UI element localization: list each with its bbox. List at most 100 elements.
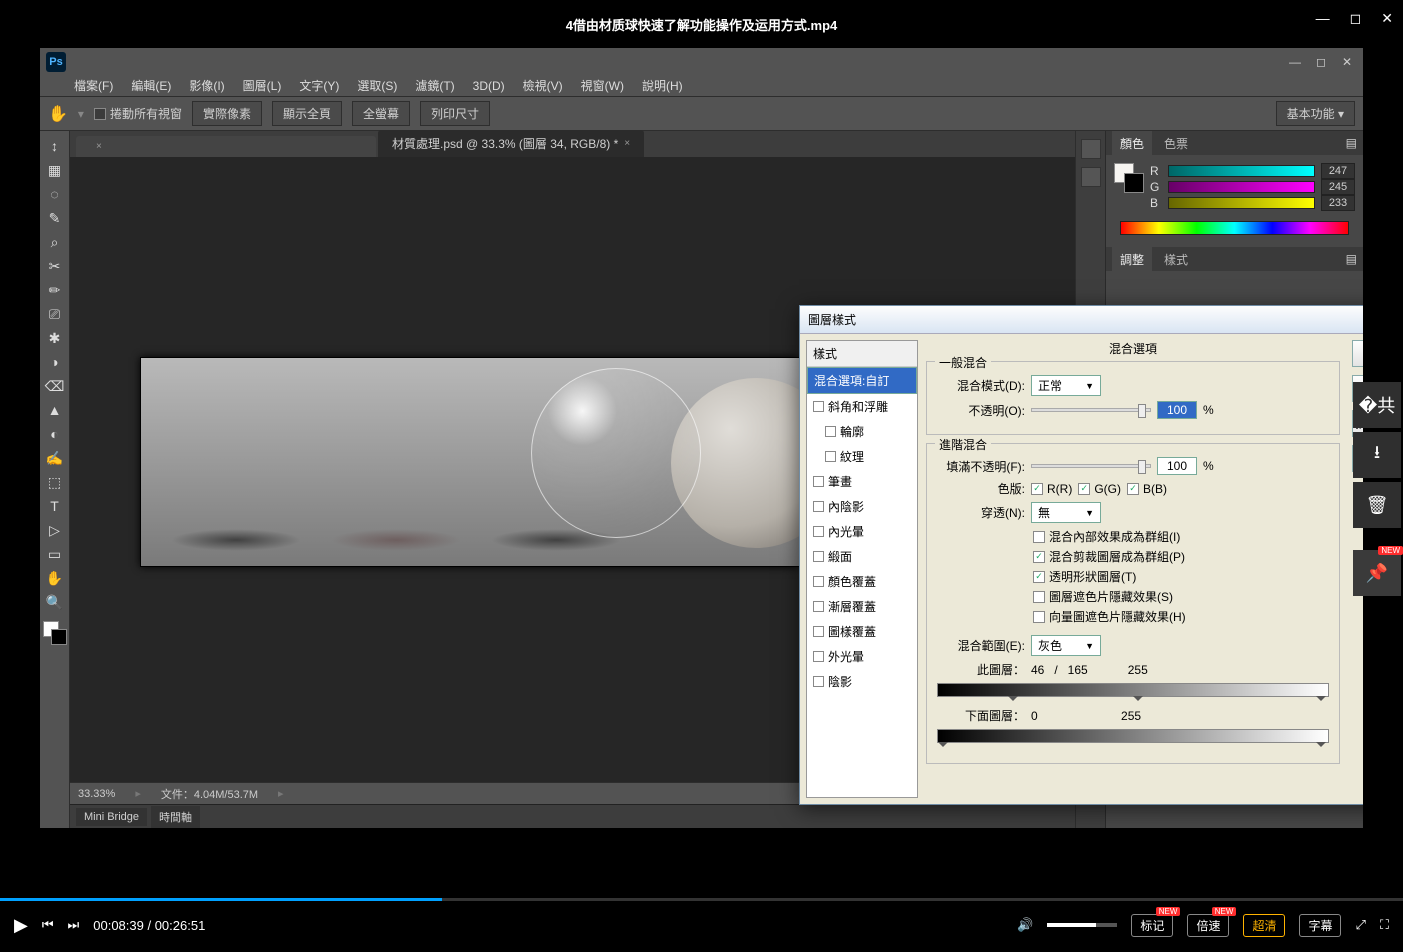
volume-icon[interactable]: 🔊 — [1017, 917, 1033, 933]
scroll-all-checkbox[interactable]: 捲動所有視窗 — [94, 105, 182, 122]
play-icon[interactable]: ▶ — [14, 915, 28, 936]
menu-item[interactable]: 檔案(F) — [74, 77, 113, 94]
style-list-item[interactable]: 漸層覆蓋 — [807, 594, 917, 619]
fg-bg-swatch[interactable] — [1114, 163, 1144, 193]
opacity-slider[interactable] — [1031, 408, 1151, 412]
menu-item[interactable]: 選取(S) — [357, 77, 397, 94]
swatches-tab[interactable]: 色票 — [1156, 131, 1196, 156]
styles-tab[interactable]: 樣式 — [1156, 247, 1196, 272]
menu-item[interactable]: 檢視(V) — [523, 77, 563, 94]
menu-item[interactable]: 編輯(E) — [131, 77, 171, 94]
tool-icon[interactable]: ✋ — [43, 567, 67, 589]
hand-tool-icon[interactable]: ✋ — [48, 104, 68, 124]
blend-mode-select[interactable]: 正常▼ — [1031, 375, 1101, 396]
menu-item[interactable]: 視窗(W) — [581, 77, 624, 94]
style-list-item[interactable]: 陰影 — [807, 669, 917, 694]
tool-icon[interactable]: ⎚ — [43, 303, 67, 325]
g-slider[interactable] — [1168, 181, 1315, 193]
tool-icon[interactable]: ◑ — [43, 351, 67, 373]
opacity-value[interactable]: 100 — [1157, 401, 1197, 419]
next-icon[interactable]: ⏭ — [68, 917, 80, 933]
tool-icon[interactable]: ▷ — [43, 519, 67, 541]
menu-item[interactable]: 說明(H) — [642, 77, 683, 94]
tool-icon[interactable]: ⬚ — [43, 471, 67, 493]
tool-icon[interactable]: ▭ — [43, 543, 67, 565]
fill-value[interactable]: 100 — [1157, 457, 1197, 475]
panel-icon[interactable] — [1081, 167, 1101, 187]
option-checkbox[interactable] — [1033, 591, 1045, 603]
style-list-item[interactable]: 筆畫 — [807, 469, 917, 494]
menu-item[interactable]: 文字(Y) — [299, 77, 339, 94]
menu-item[interactable]: 圖層(L) — [243, 77, 282, 94]
tab-close-icon[interactable]: × — [96, 141, 102, 152]
g-value[interactable]: 245 — [1321, 179, 1355, 195]
r-value[interactable]: 247 — [1321, 163, 1355, 179]
tool-icon[interactable]: ⌫ — [43, 375, 67, 397]
channel-b-checkbox[interactable] — [1127, 483, 1139, 495]
document-tab-2[interactable]: 材質處理.psd @ 33.3% (圖層 34, RGB/8) *× — [378, 130, 644, 157]
channel-g-checkbox[interactable] — [1078, 483, 1090, 495]
option-checkbox[interactable] — [1033, 551, 1045, 563]
fullscreen-icon[interactable]: ⛶ — [1380, 917, 1389, 933]
style-list-item[interactable]: 紋理 — [807, 444, 917, 469]
style-list-item[interactable]: 內陰影 — [807, 494, 917, 519]
dialog-button[interactable]: 確 — [1352, 340, 1363, 367]
spectrum-bar[interactable] — [1120, 221, 1349, 235]
b-slider[interactable] — [1168, 197, 1315, 209]
prev-icon[interactable]: ⏮ — [42, 917, 54, 933]
style-list-item[interactable]: 內光暈 — [807, 519, 917, 544]
tool-icon[interactable]: ⌕ — [43, 231, 67, 253]
option-checkbox[interactable] — [1033, 531, 1045, 543]
tool-icon[interactable]: ✂ — [43, 255, 67, 277]
full-screen-button[interactable]: 全螢幕 — [352, 101, 410, 126]
tool-icon[interactable]: ✎ — [43, 207, 67, 229]
dialog-titlebar[interactable]: 圖層樣式 — [800, 306, 1363, 334]
tool-icon[interactable]: T — [43, 495, 67, 517]
menu-item[interactable]: 3D(D) — [473, 79, 505, 93]
trash-icon[interactable]: 🗑 — [1353, 482, 1401, 528]
style-list-item[interactable]: 圖樣覆蓋 — [807, 619, 917, 644]
subtitle-button[interactable]: 字幕 — [1299, 914, 1341, 937]
r-slider[interactable] — [1168, 165, 1315, 177]
tool-icon[interactable]: 🔍 — [43, 591, 67, 613]
style-list-item[interactable]: 輪廓 — [807, 419, 917, 444]
minimize-icon[interactable]: — — [1316, 10, 1330, 27]
fill-slider[interactable] — [1031, 464, 1151, 468]
style-list-item[interactable]: 斜角和浮雕 — [807, 394, 917, 419]
color-tab[interactable]: 顏色 — [1112, 131, 1152, 156]
panel-icon[interactable] — [1081, 139, 1101, 159]
timeline-tab[interactable]: 時間軸 — [151, 806, 200, 828]
panel-menu-icon[interactable]: ▤ — [1340, 136, 1363, 150]
b-value[interactable]: 233 — [1321, 195, 1355, 211]
zoom-level[interactable]: 33.33% — [78, 788, 115, 800]
tool-icon[interactable]: ✍ — [43, 447, 67, 469]
workspace-button[interactable]: 基本功能 ▾ — [1276, 101, 1355, 126]
fit-screen-button[interactable]: 顯示全頁 — [272, 101, 342, 126]
tool-icon[interactable]: ◐ — [43, 423, 67, 445]
fg-bg-swatch[interactable] — [43, 621, 67, 645]
menu-item[interactable]: 影像(I) — [189, 77, 224, 94]
knockout-select[interactable]: 無▼ — [1031, 502, 1101, 523]
maximize-icon[interactable]: ◻ — [1350, 10, 1362, 27]
tool-icon[interactable]: ✏ — [43, 279, 67, 301]
tool-icon[interactable]: ▦ — [43, 159, 67, 181]
under-layer-gradient[interactable] — [937, 729, 1329, 743]
mini-bridge-tab[interactable]: Mini Bridge — [76, 808, 147, 826]
adjustments-tab[interactable]: 調整 — [1112, 247, 1152, 272]
channel-r-checkbox[interactable] — [1031, 483, 1043, 495]
document-tab-1[interactable]: × — [76, 136, 376, 157]
volume-slider[interactable] — [1047, 923, 1117, 927]
ps-close-icon[interactable]: ✕ — [1337, 55, 1357, 69]
option-checkbox[interactable] — [1033, 571, 1045, 583]
ps-min-icon[interactable]: — — [1285, 55, 1305, 69]
mark-button[interactable]: 标记NEW — [1131, 914, 1173, 937]
style-list-item[interactable]: 混合選項:自訂 — [807, 367, 917, 394]
tab-close-icon[interactable]: × — [624, 138, 630, 149]
option-checkbox[interactable] — [1033, 611, 1045, 623]
ps-max-icon[interactable]: ◻ — [1311, 55, 1331, 69]
print-size-button[interactable]: 列印尺寸 — [420, 101, 490, 126]
wide-icon[interactable]: ⤢ — [1355, 917, 1365, 933]
this-layer-gradient[interactable] — [937, 683, 1329, 697]
style-list-item[interactable]: 緞面 — [807, 544, 917, 569]
quality-button[interactable]: 超清 — [1243, 914, 1285, 937]
